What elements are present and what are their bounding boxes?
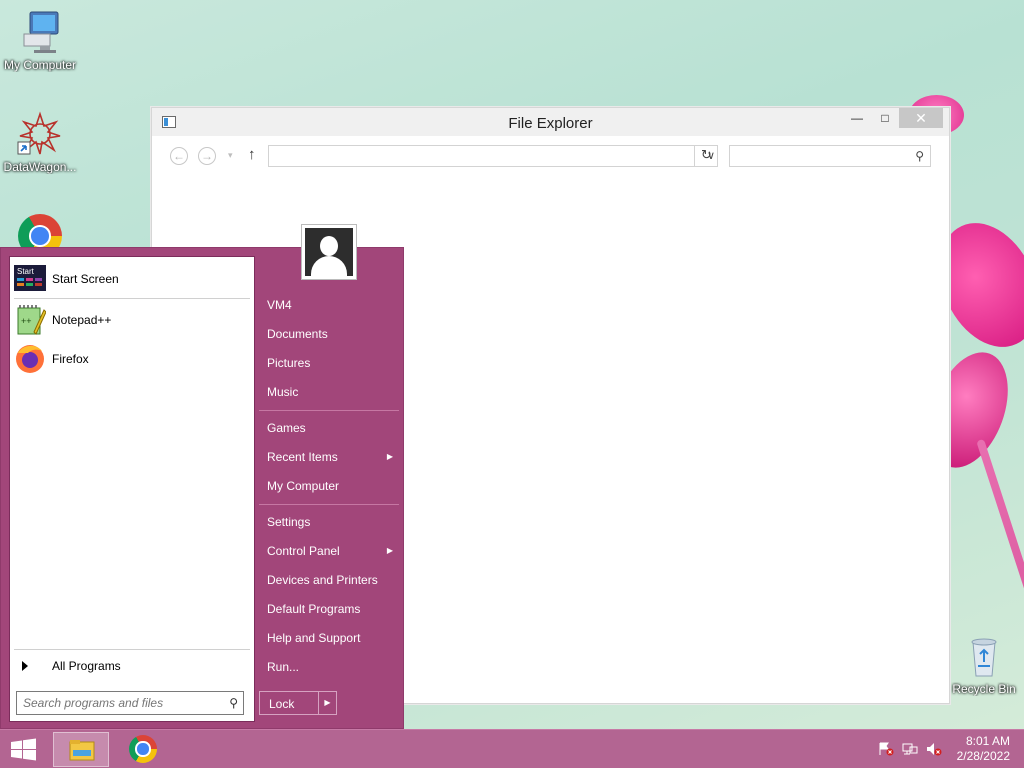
navigation-bar: ← → ▾ ↑ ∨ ↻ ⚲ (152, 136, 949, 170)
search-icon: ⚲ (229, 696, 238, 710)
windows-logo-icon (11, 738, 36, 761)
forward-button[interactable]: → (198, 147, 216, 165)
clock-time: 8:01 AM (965, 734, 1010, 748)
window-title: File Explorer (508, 115, 593, 132)
item-label: Control Panel (267, 544, 340, 558)
item-label: Default Programs (267, 602, 361, 616)
action-center-flag-icon[interactable] (878, 742, 894, 756)
start-screen-badge-text: Start (17, 267, 35, 276)
start-right-item-pictures[interactable]: Pictures (259, 350, 399, 376)
lock-label: Lock (269, 697, 295, 711)
start-right-item-games[interactable]: Games (259, 415, 399, 441)
expand-arrow-icon (22, 661, 28, 671)
all-programs-label: All Programs (52, 659, 121, 673)
firefox-icon (14, 343, 46, 375)
desktop-icon-recycle-bin[interactable]: Recycle Bin (944, 632, 1024, 696)
start-right-item-devices-and-printers[interactable]: Devices and Printers (259, 567, 399, 593)
submenu-arrow-icon: ▶ (386, 452, 393, 461)
submenu-arrow-icon: ▶ (386, 546, 393, 555)
start-right-item-recent-items[interactable]: Recent Items ▶ (259, 444, 399, 470)
refresh-button[interactable]: ↻ (694, 145, 718, 167)
start-right-item-run[interactable]: Run... (259, 654, 399, 680)
volume-muted-icon[interactable] (926, 742, 942, 756)
item-label: Run... (267, 660, 300, 674)
program-label: Start Screen (52, 272, 119, 286)
notepadpp-icon: ++ (14, 304, 47, 336)
pinned-program-start-screen[interactable]: Start Start Screen (14, 261, 250, 297)
chrome-icon (129, 735, 157, 763)
item-label: Settings (267, 515, 311, 529)
desktop-icon-label: DataWagon... (3, 160, 77, 174)
start-right-item-settings[interactable]: Settings (259, 509, 399, 535)
desktop-icon-label: My Computer (3, 58, 77, 72)
separator (14, 298, 250, 299)
item-label: Devices and Printers (267, 573, 378, 587)
desktop-icon-datawagon[interactable]: DataWagon... (0, 110, 80, 174)
separator (259, 504, 399, 505)
user-picture[interactable] (301, 224, 357, 280)
start-right-item-vm4[interactable]: VM4 (259, 292, 399, 318)
start-button[interactable] (0, 730, 48, 768)
start-menu: Start Start Screen ++ Notepad++ Firefox … (0, 224, 404, 729)
start-right-item-help-and-support[interactable]: Help and Support (259, 625, 399, 651)
separator (14, 649, 250, 650)
item-label: VM4 (267, 298, 292, 312)
program-label: Firefox (52, 352, 89, 366)
taskbar-app-chrome[interactable] (115, 732, 171, 767)
address-bar[interactable]: ∨ (268, 145, 718, 167)
item-label: Music (267, 385, 299, 399)
desktop-icon-my-computer[interactable]: My Computer (0, 8, 80, 72)
pinned-program-firefox[interactable]: Firefox (14, 341, 250, 377)
start-right-item-default-programs[interactable]: Default Programs (259, 596, 399, 622)
start-right-item-control-panel[interactable]: Control Panel ▶ (259, 538, 399, 564)
item-label: Games (267, 421, 306, 435)
item-label: Help and Support (267, 631, 361, 645)
recent-locations-dropdown[interactable]: ▾ (228, 150, 233, 161)
start-search-box[interactable]: ⚲ (16, 691, 244, 715)
program-label: Notepad++ (52, 313, 112, 327)
item-label: Recent Items (267, 450, 338, 464)
maximize-button[interactable]: □ (871, 108, 899, 128)
taskbar-app-file-explorer[interactable] (53, 732, 109, 767)
wallpaper-stem (976, 438, 1024, 746)
folder-icon (68, 736, 96, 764)
start-search-input[interactable] (17, 692, 217, 714)
window-titlebar[interactable]: File Explorer — □ ✕ (152, 108, 949, 136)
start-right-item-music[interactable]: Music (259, 379, 399, 405)
start-screen-icon: Start (14, 263, 46, 295)
taskbar: 8:01 AM 2/28/2022 (0, 729, 1024, 768)
separator (259, 410, 399, 411)
item-label: Documents (267, 327, 328, 341)
start-right-item-my-computer[interactable]: My Computer (259, 473, 399, 499)
up-button[interactable]: ↑ (248, 146, 256, 163)
start-right-item-documents[interactable]: Documents (259, 321, 399, 347)
datawagon-icon (16, 110, 64, 158)
desktop-icon-label: Recycle Bin (952, 682, 1016, 696)
minimize-button[interactable]: — (843, 108, 871, 128)
close-button[interactable]: ✕ (899, 108, 943, 128)
search-icon: ⚲ (915, 149, 924, 163)
start-menu-programs-pane: Start Start Screen ++ Notepad++ Firefox … (9, 256, 255, 722)
explorer-search-input[interactable]: ⚲ (729, 145, 931, 167)
power-options-arrow[interactable]: ▶ (318, 692, 336, 714)
all-programs-button[interactable]: All Programs (14, 655, 250, 677)
recycle-bin-icon (960, 632, 1008, 680)
back-button[interactable]: ← (170, 147, 188, 165)
clock-date: 2/28/2022 (956, 749, 1010, 763)
clock[interactable]: 8:01 AM 2/28/2022 (957, 734, 1010, 764)
computer-icon (16, 8, 64, 56)
svg-text:++: ++ (21, 316, 32, 326)
network-icon[interactable] (902, 742, 918, 756)
system-tray: 8:01 AM 2/28/2022 (864, 730, 1024, 768)
pinned-program-notepadpp[interactable]: ++ Notepad++ (14, 302, 250, 338)
item-label: My Computer (267, 479, 340, 493)
lock-button[interactable]: Lock ▶ (259, 691, 337, 715)
item-label: Pictures (267, 356, 311, 370)
